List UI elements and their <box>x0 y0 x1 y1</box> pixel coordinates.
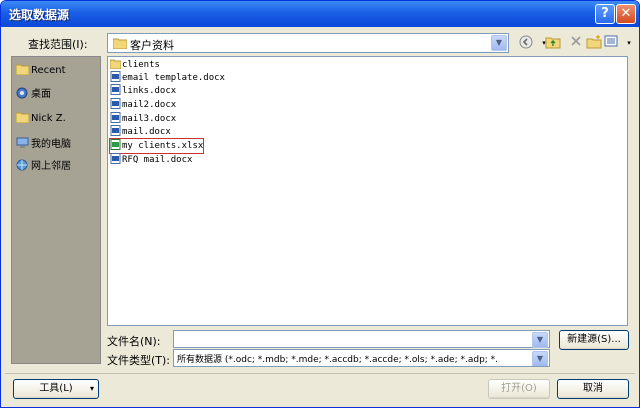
title-bar[interactable]: 选取数据源 ? ✕ <box>1 1 639 27</box>
network-icon <box>16 159 29 171</box>
new-folder-icon[interactable] <box>585 35 603 52</box>
word-doc-icon <box>110 98 121 109</box>
file-type-value: 所有数据源 (*.odc; *.mdb; *.mde; *.accdb; *.a… <box>177 355 499 365</box>
folder-icon <box>112 37 128 52</box>
file-name: links.docx <box>122 86 177 96</box>
dialog-title: 选取数据源 <box>9 8 70 22</box>
place-label: 网上邻居 <box>31 161 71 172</box>
place-label: 桌面 <box>31 89 51 100</box>
list-item[interactable]: links.docx <box>110 84 176 98</box>
list-item-selected[interactable]: my clients.xlsx <box>108 138 205 154</box>
recent-folder-icon <box>15 63 30 76</box>
look-in-combo[interactable]: 客户资料 ▼ <box>107 33 509 53</box>
file-name-field[interactable]: ▼ <box>173 330 550 348</box>
look-in-label: 查找范围(I): <box>28 38 88 51</box>
place-nick[interactable]: Nick Z. <box>15 111 66 129</box>
list-item[interactable]: mail.docx <box>110 125 171 139</box>
file-name: RFQ mail.docx <box>122 155 193 165</box>
divider <box>5 373 635 374</box>
close-button[interactable]: ✕ <box>616 4 636 24</box>
file-name: clients <box>122 60 160 70</box>
file-name-label: 文件名(N): <box>107 335 161 348</box>
file-name: mail3.docx <box>122 114 177 124</box>
place-my-computer[interactable]: 我的电脑 <box>16 135 71 153</box>
dropdown-arrow-icon[interactable]: ▾ <box>620 35 638 52</box>
tools-button-label: 工具(L) <box>39 383 73 394</box>
cancel-button[interactable]: 取消 <box>557 379 629 399</box>
place-recent[interactable]: Recent <box>15 63 66 81</box>
open-button[interactable]: 打开(O) <box>488 379 550 399</box>
list-item[interactable]: RFQ mail.docx <box>110 153 192 167</box>
file-name: mail.docx <box>122 127 171 137</box>
places-bar: Recent 桌面 Nick Z. 我的电脑 网上邻居 <box>11 56 101 364</box>
help-button[interactable]: ? <box>595 4 615 24</box>
word-doc-icon <box>110 84 121 95</box>
new-source-button[interactable]: 新建源(S)... <box>559 330 629 350</box>
place-label: 我的电脑 <box>31 139 71 150</box>
file-type-select[interactable]: 所有数据源 (*.odc; *.mdb; *.mde; *.accdb; *.a… <box>173 349 550 367</box>
place-desktop[interactable]: 桌面 <box>16 85 51 103</box>
file-list[interactable]: clients email template.docx links.docx m… <box>107 56 628 326</box>
word-doc-icon <box>110 125 121 136</box>
file-name: my clients.xlsx <box>122 141 204 151</box>
views-icon[interactable] <box>603 35 621 52</box>
chevron-down-icon[interactable]: ▼ <box>532 332 548 348</box>
place-label: Recent <box>31 65 66 76</box>
my-computer-icon <box>16 137 29 149</box>
look-in-value: 客户资料 <box>130 39 174 52</box>
list-item-clients[interactable]: clients <box>109 58 160 72</box>
desktop-icon <box>16 87 29 99</box>
user-folder-icon <box>15 111 30 124</box>
up-folder-icon[interactable] <box>544 35 562 52</box>
list-item[interactable]: email template.docx <box>110 71 225 85</box>
file-name: mail2.docx <box>122 100 177 110</box>
list-item[interactable]: mail2.docx <box>110 98 176 112</box>
select-data-source-dialog: 选取数据源 ? ✕ 查找范围(I): 客户资料 ▼ ▾ ▾ Recent 桌面 … <box>0 0 640 408</box>
file-name: email template.docx <box>122 73 225 83</box>
folder-icon <box>109 58 122 70</box>
dropdown-arrow-icon: ▾ <box>89 384 94 393</box>
place-label: Nick Z. <box>31 113 66 124</box>
chevron-down-icon[interactable]: ▼ <box>491 35 507 51</box>
place-network[interactable]: 网上邻居 <box>16 157 71 175</box>
word-doc-icon <box>110 71 121 82</box>
file-type-label: 文件类型(T): <box>107 354 171 367</box>
chevron-down-icon[interactable]: ▼ <box>532 351 548 366</box>
word-doc-icon <box>110 112 121 123</box>
list-item[interactable]: mail3.docx <box>110 112 176 126</box>
delete-icon[interactable] <box>567 35 585 52</box>
word-doc-icon <box>110 153 121 164</box>
tools-button[interactable]: 工具(L) ▾ <box>13 379 99 399</box>
excel-doc-icon <box>110 139 121 150</box>
back-icon[interactable] <box>517 35 535 52</box>
